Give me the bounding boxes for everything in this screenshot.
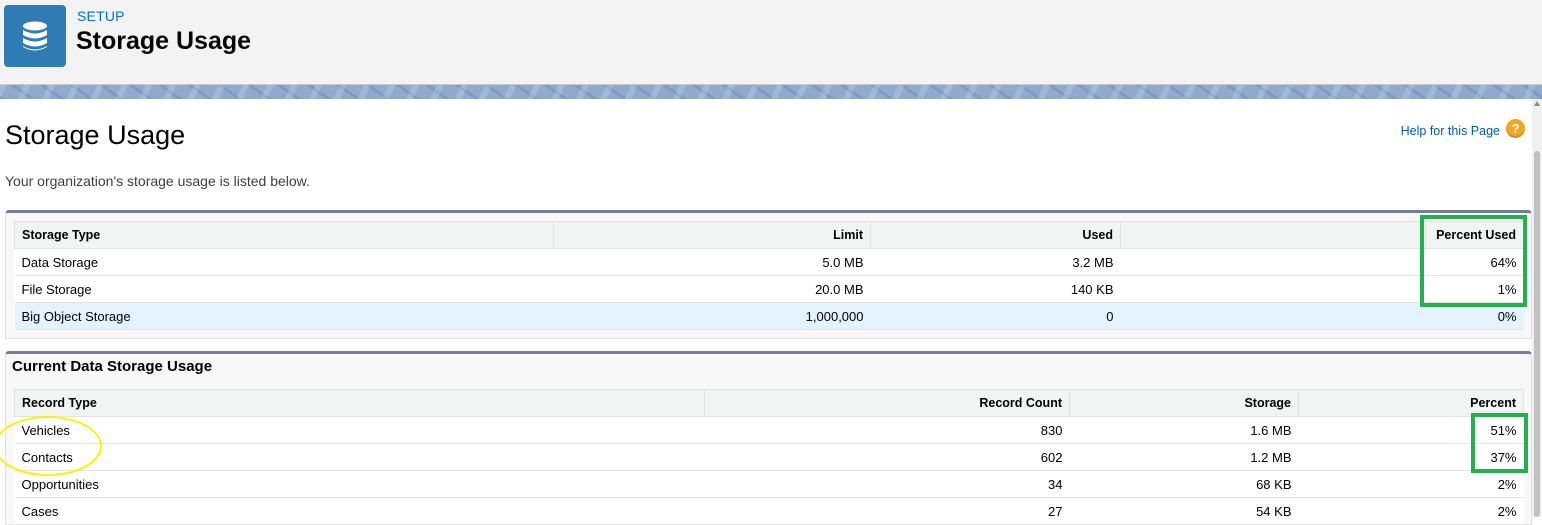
page-title: Storage Usage xyxy=(5,120,186,150)
vertical-scrollbar[interactable] xyxy=(1532,99,1542,517)
storage-cell: 68 KB xyxy=(1069,470,1299,498)
record-type-cell: Cases xyxy=(14,497,705,525)
column-header: Record Type xyxy=(14,389,705,417)
storage-type-cell: Big Object Storage xyxy=(14,302,554,330)
scroll-up-arrow-icon[interactable] xyxy=(1534,101,1540,106)
column-header: Percent xyxy=(1298,389,1524,417)
percent-cell: 51% xyxy=(1298,416,1524,444)
help-link[interactable]: Help for this Page xyxy=(1401,124,1500,138)
limit-cell: 5.0 MB xyxy=(553,248,871,276)
help-icon[interactable]: ? xyxy=(1506,119,1525,138)
table-row: Cases 27 54 KB 2% xyxy=(14,497,1524,525)
setup-header: SETUP Storage Usage xyxy=(0,0,1542,85)
storage-type-cell: File Storage xyxy=(14,275,554,303)
table-row: Vehicles 830 1.6 MB 51% xyxy=(14,416,1524,444)
scroll-thumb[interactable] xyxy=(1534,151,1540,517)
panel-title: Current Data Storage Usage xyxy=(12,358,213,375)
setup-breadcrumb[interactable]: SETUP xyxy=(77,8,125,24)
record-count-cell: 602 xyxy=(704,443,1070,471)
table-row: Opportunities 34 68 KB 2% xyxy=(14,470,1524,498)
percent-cell: 64% xyxy=(1425,248,1524,276)
storage-cell: 54 KB xyxy=(1069,497,1299,525)
data-storage-table: Record Type Record Count Storage Percent… xyxy=(14,389,1524,525)
empty-cell xyxy=(1120,248,1426,276)
storage-cell: 1.2 MB xyxy=(1069,443,1299,471)
empty-cell xyxy=(1120,302,1426,330)
table-row: File Storage 20.0 MB 140 KB 1% xyxy=(14,275,1524,303)
table-row: Big Object Storage 1,000,000 0 0% xyxy=(14,302,1524,330)
percent-cell: 1% xyxy=(1425,275,1524,303)
column-header: Used xyxy=(870,221,1121,249)
table-row: Contacts 602 1.2 MB 37% xyxy=(14,443,1524,471)
storage-table: Storage Type Limit Used Percent Used Dat… xyxy=(14,221,1524,330)
storage-usage-panel: Storage Type Limit Used Percent Used Dat… xyxy=(5,210,1532,339)
limit-cell: 20.0 MB xyxy=(553,275,871,303)
current-data-storage-panel: Current Data Storage Usage Record Type R… xyxy=(5,351,1532,525)
percent-cell: 2% xyxy=(1298,470,1524,498)
column-header xyxy=(1120,221,1426,249)
record-count-cell: 34 xyxy=(704,470,1070,498)
column-header: Record Count xyxy=(704,389,1070,417)
column-header: Percent Used xyxy=(1425,221,1524,249)
column-header: Storage xyxy=(1069,389,1299,417)
used-cell: 140 KB xyxy=(870,275,1121,303)
record-count-cell: 830 xyxy=(704,416,1070,444)
header-title: Storage Usage xyxy=(76,27,252,55)
table-header-row: Record Type Record Count Storage Percent xyxy=(14,389,1524,417)
used-cell: 0 xyxy=(870,302,1121,330)
percent-cell: 0% xyxy=(1425,302,1524,330)
table-row: Data Storage 5.0 MB 3.2 MB 64% xyxy=(14,248,1524,276)
record-type-cell: Opportunities xyxy=(14,470,705,498)
decorative-banner xyxy=(0,85,1542,99)
record-type-cell: Contacts xyxy=(14,443,705,471)
storage-cell: 1.6 MB xyxy=(1069,416,1299,444)
empty-cell xyxy=(1120,275,1426,303)
column-header: Limit xyxy=(553,221,871,249)
storage-type-cell: Data Storage xyxy=(14,248,554,276)
limit-cell: 1,000,000 xyxy=(553,302,871,330)
record-type-cell: Vehicles xyxy=(14,416,705,444)
database-icon xyxy=(4,5,66,67)
percent-cell: 37% xyxy=(1298,443,1524,471)
table-header-row: Storage Type Limit Used Percent Used xyxy=(14,221,1524,249)
used-cell: 3.2 MB xyxy=(870,248,1121,276)
page-subtitle: Your organization's storage usage is lis… xyxy=(5,173,310,189)
percent-cell: 2% xyxy=(1298,497,1524,525)
main-content: Storage Usage Help for this Page ? Your … xyxy=(0,99,1532,525)
column-header: Storage Type xyxy=(14,221,554,249)
record-count-cell: 27 xyxy=(704,497,1070,525)
